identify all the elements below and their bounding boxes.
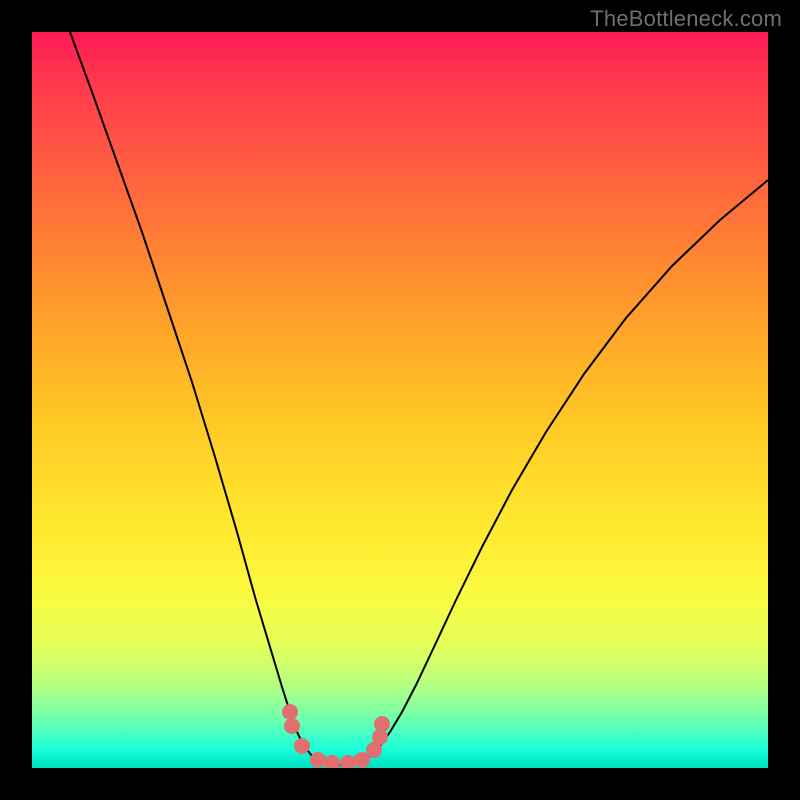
watermark-text: TheBottleneck.com xyxy=(590,6,782,32)
highlight-dot xyxy=(324,755,340,768)
highlight-dot xyxy=(374,716,390,732)
plot-area xyxy=(32,32,768,768)
highlight-dot xyxy=(310,752,326,768)
highlight-dot xyxy=(282,704,298,720)
highlight-dot xyxy=(294,738,310,754)
chart-frame: TheBottleneck.com xyxy=(0,0,800,800)
highlight-dot xyxy=(284,718,300,734)
highlight-dot xyxy=(340,755,356,768)
curve-layer xyxy=(32,32,768,768)
bottleneck-curve xyxy=(70,32,768,765)
